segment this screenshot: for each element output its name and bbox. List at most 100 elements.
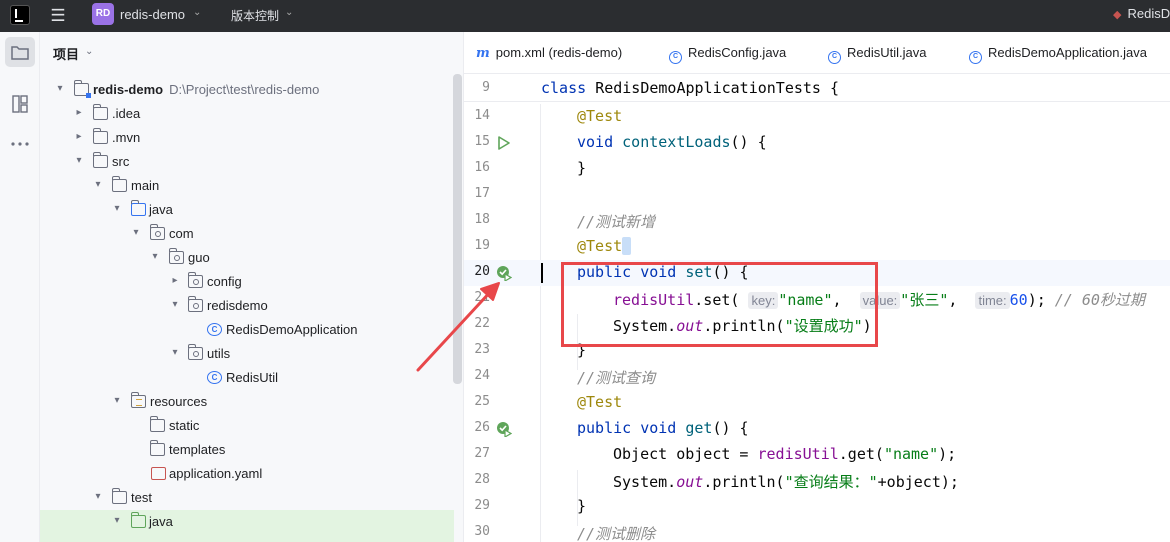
code-line[interactable]: 26 public void get() { [464, 416, 1170, 442]
expand-arrow-icon[interactable]: ▾ [170, 300, 180, 310]
expand-arrow-icon[interactable]: ▾ [112, 516, 122, 526]
tree-item-utils[interactable]: ▾ utils [40, 342, 454, 366]
code-line[interactable]: 25 @Test [464, 390, 1170, 416]
tree-item-label: .idea [112, 106, 141, 121]
code-line[interactable]: 17 [464, 182, 1170, 208]
line-number: 16 [474, 160, 490, 175]
code-line[interactable]: 19 @Test​ [464, 234, 1170, 260]
folder-icon[interactable] [5, 37, 35, 67]
test-source-folder-icon [131, 512, 146, 528]
expand-arrow-icon[interactable]: ▾ [131, 228, 141, 238]
tree-item-mvn[interactable]: ▸ .mvn [40, 126, 454, 150]
run-test-passed-icon[interactable] [496, 421, 512, 437]
code-text: } [577, 159, 587, 177]
code-line[interactable]: 30 //测试删除 [464, 520, 1170, 542]
tab-redisutil[interactable]: C RedisUtil.java [828, 45, 926, 64]
class-icon: C [828, 51, 841, 64]
code-line[interactable]: 21 redisUtil.set( key: "name", value: "张三"… [464, 286, 1170, 312]
folder-icon [93, 104, 108, 120]
code-line[interactable]: 16 } [464, 156, 1170, 182]
run-test-passed-icon[interactable] [496, 265, 512, 281]
code-line-current[interactable]: 20 public void set() { [464, 260, 1170, 286]
tree-item-partial[interactable] [40, 534, 454, 542]
code-token: .println( [703, 317, 785, 335]
tree-item-test[interactable]: ▾ test [40, 486, 454, 510]
tree-item-com[interactable]: ▾ com [40, 222, 454, 246]
run-configuration-selector[interactable]: ◆ RedisDemoApplicationTests [1113, 6, 1170, 26]
code-line[interactable]: 24 //测试查询 [464, 364, 1170, 390]
tree-item-config[interactable]: ▸ config [40, 270, 454, 294]
project-name[interactable]: redis-demo [120, 7, 185, 22]
tab-redisdemoapplication[interactable]: C RedisDemoApplication.java [969, 45, 1147, 64]
expand-arrow-icon[interactable]: ▾ [112, 396, 122, 406]
package-icon [169, 248, 184, 264]
code-line[interactable]: 29 } [464, 494, 1170, 520]
code-line[interactable]: 15 void contextLoads() { [464, 130, 1170, 156]
expand-arrow-icon[interactable]: ▾ [55, 84, 65, 94]
expand-arrow-icon[interactable]: ▾ [170, 348, 180, 358]
tree-item-java-main[interactable]: ▾ java [40, 198, 454, 222]
expand-arrow-icon[interactable]: ▾ [150, 252, 160, 262]
sticky-header[interactable]: 9 class RedisDemoApplicationTests { [464, 74, 1170, 102]
tab-pom-xml[interactable]: m pom.xml (redis-demo) [476, 45, 622, 61]
tree-item-redisdemo[interactable]: ▾ redisdemo [40, 294, 454, 318]
vcs-widget[interactable]: 版本控制 [231, 7, 279, 24]
package-icon [150, 224, 165, 240]
structure-icon[interactable] [5, 89, 35, 119]
static-field: out [676, 317, 704, 335]
tree-item-redis-demo[interactable]: ▾ redis-demo D:\Project\test\redis-demo [40, 78, 454, 102]
code-line[interactable]: 23 } [464, 338, 1170, 364]
tree-item-application-yaml[interactable]: application.yaml [40, 462, 454, 486]
chevron-down-icon[interactable]: ⌄ [285, 7, 293, 18]
spring-class-icon: C [207, 323, 222, 336]
tab-redisconfig[interactable]: C RedisConfig.java [669, 45, 786, 64]
tree-item-templates[interactable]: templates [40, 438, 454, 462]
run-test-icon[interactable] [496, 135, 512, 151]
tree-item-src[interactable]: ▾ src [40, 150, 454, 174]
tree-item-redisdemoapplication[interactable]: C RedisDemoApplication [40, 318, 454, 342]
chevron-down-icon[interactable]: ⌄ [85, 46, 93, 57]
tree-item-java-test[interactable]: ▾ java [40, 510, 454, 534]
yaml-file-icon [151, 467, 166, 480]
expand-arrow-icon[interactable]: ▸ [74, 132, 84, 142]
expand-arrow-icon[interactable]: ▾ [93, 180, 103, 190]
code-text: } [577, 341, 587, 359]
code-line[interactable]: 22 System.out.println("设置成功") [464, 312, 1170, 338]
more-icon[interactable] [5, 129, 35, 159]
expand-arrow-icon[interactable]: ▸ [74, 108, 84, 118]
chevron-down-icon[interactable]: ⌄ [193, 7, 201, 18]
tree-item-label: utils [207, 346, 231, 361]
tree-item-redisutil[interactable]: C RedisUtil [40, 366, 454, 390]
run-config-label: RedisDemoApplicationTests [1127, 6, 1170, 21]
project-badge[interactable]: RD [92, 3, 114, 25]
source-folder-icon [131, 200, 146, 216]
code-line[interactable]: 27 Object object = redisUtil.get("name")… [464, 442, 1170, 468]
package-icon [188, 272, 203, 288]
field-ref: redisUtil [613, 291, 695, 309]
static-field: out [676, 473, 704, 491]
scrollbar-thumb[interactable] [453, 74, 462, 384]
code-line[interactable]: 14 @Test [464, 104, 1170, 130]
code-token: Object object = [613, 445, 758, 463]
intellij-logo-icon[interactable] [10, 5, 30, 25]
expand-arrow-icon[interactable]: ▾ [74, 156, 84, 166]
annotation: @Test [577, 393, 623, 411]
expand-arrow-icon[interactable]: ▾ [112, 204, 122, 214]
code-line[interactable]: 28 System.out.println("查询结果："+object); [464, 468, 1170, 494]
tree-item-label: static [169, 418, 200, 433]
tree-item-label: java [149, 202, 173, 217]
tree-item-idea[interactable]: ▸ .idea [40, 102, 454, 126]
expand-arrow-icon[interactable]: ▸ [170, 276, 180, 286]
annotation: @Test [577, 107, 623, 125]
main-menu-icon[interactable]: ☰ [49, 7, 67, 24]
code-line[interactable]: 18 //测试新增 [464, 208, 1170, 234]
keyword: void [640, 263, 677, 281]
tree-item-guo[interactable]: ▾ guo [40, 246, 454, 270]
code-area[interactable]: 9 class RedisDemoApplicationTests { 14 @… [464, 74, 1170, 542]
expand-arrow-icon[interactable]: ▾ [93, 492, 103, 502]
code-token: ) [862, 317, 872, 335]
project-pane-title[interactable]: 项目 [53, 44, 79, 63]
tree-item-resources[interactable]: ▾ resources [40, 390, 454, 414]
tree-item-main[interactable]: ▾ main [40, 174, 454, 198]
tree-item-static[interactable]: static [40, 414, 454, 438]
